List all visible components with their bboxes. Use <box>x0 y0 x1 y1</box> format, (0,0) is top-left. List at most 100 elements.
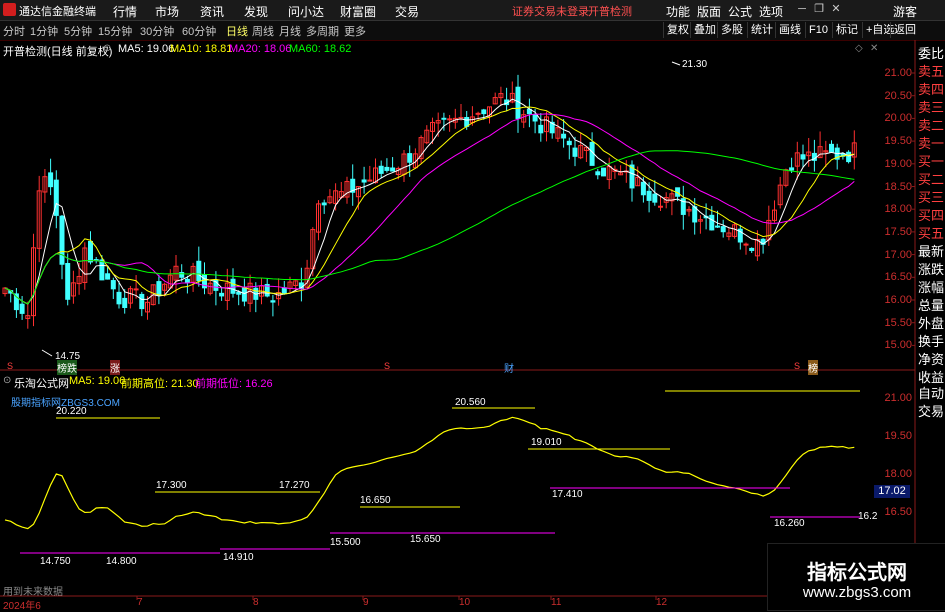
candle-body <box>19 303 25 314</box>
ma20-line <box>4 113 855 305</box>
candle-body <box>561 133 567 139</box>
side-item-19[interactable]: 自动 <box>918 385 945 402</box>
high-price-label: 21.30 <box>682 59 708 70</box>
x-axis-label: 10 <box>459 597 471 608</box>
candle-body <box>361 179 367 183</box>
candle-body <box>230 278 236 294</box>
marker-list[interactable]: 榜 <box>808 360 818 375</box>
side-item-2[interactable]: 卖四 <box>918 81 945 98</box>
y-axis-label: 15.50 <box>884 316 912 329</box>
level-label: 17.270 <box>279 480 310 491</box>
side-item-17[interactable]: 净资 <box>918 351 945 368</box>
side-item-9[interactable]: 买四 <box>918 207 945 224</box>
y-axis-label: 19.50 <box>884 135 912 148</box>
side-item-7[interactable]: 买二 <box>918 171 945 188</box>
candle-body <box>88 240 93 263</box>
candle-body <box>481 109 487 115</box>
sub-current-value: 17.02 <box>874 485 910 498</box>
candle-body <box>743 243 749 246</box>
candle-body <box>48 172 54 188</box>
x-axis-label: 8 <box>253 597 259 608</box>
y-axis-label: 18.00 <box>884 203 912 216</box>
candle-body <box>475 112 481 115</box>
side-item-8[interactable]: 买三 <box>918 189 945 206</box>
side-item-1[interactable]: 卖五 <box>918 63 945 80</box>
side-item-6[interactable]: 买一 <box>918 153 945 170</box>
prev-high-legend: 前期高位: 21.30 <box>121 378 199 390</box>
candle-body <box>658 205 663 208</box>
sub-y-axis-label: 16.50 <box>884 506 912 518</box>
x-axis-label: 11 <box>551 597 562 608</box>
candle-body <box>447 118 453 121</box>
marker-rise[interactable]: 涨 <box>110 360 120 375</box>
prev-low-legend: 前期低位: 16.26 <box>195 378 273 390</box>
watermark-url: www.zbgs3.com <box>802 584 912 601</box>
sub-ma-line <box>4 416 855 530</box>
side-item-18[interactable]: 收益 <box>918 369 945 386</box>
marker-s3[interactable]: S <box>794 361 800 371</box>
sub-settings-icon[interactable]: ⊙ <box>3 375 11 386</box>
candle-body <box>179 272 185 278</box>
candle-body <box>652 193 658 203</box>
candle-body <box>572 147 578 157</box>
side-item-13[interactable]: 涨幅 <box>918 279 945 296</box>
level-label: 14.800 <box>106 556 137 567</box>
x-axis-label: 2024年6 <box>3 601 41 612</box>
candle-body <box>601 167 606 177</box>
candle-body <box>646 190 652 201</box>
candle-body <box>789 167 795 171</box>
side-item-12[interactable]: 涨跌 <box>918 261 945 278</box>
candle-body <box>139 293 145 310</box>
side-item-0[interactable]: 委比 <box>918 45 945 62</box>
y-axis-label: 15.00 <box>884 339 912 352</box>
candle-body <box>566 140 572 146</box>
level-label: 20.560 <box>455 397 486 408</box>
candle-body <box>65 263 71 300</box>
marker-drop[interactable]: 榜跌 <box>57 360 77 375</box>
side-item-11[interactable]: 最新 <box>918 243 945 260</box>
level-label: 16.650 <box>360 495 391 506</box>
y-axis-label: 16.50 <box>884 271 912 284</box>
side-item-10[interactable]: 买五 <box>918 225 945 242</box>
y-axis-label: 21.00 <box>884 67 912 79</box>
side-item-5[interactable]: 卖一 <box>918 135 945 152</box>
sub-y-axis-label: 18.00 <box>884 468 912 480</box>
y-axis-label: 16.00 <box>884 294 912 306</box>
candle-body <box>281 287 287 295</box>
side-item-14[interactable]: 总量 <box>918 297 945 314</box>
candle-body <box>538 124 544 134</box>
candle-body <box>720 226 726 233</box>
level-label: 14.910 <box>223 552 254 563</box>
side-item-15[interactable]: 外盘 <box>918 315 945 332</box>
marker-s2[interactable]: S <box>384 361 390 371</box>
candle-body <box>390 167 396 172</box>
side-item-20[interactable]: 交易 <box>918 403 945 420</box>
level-label: 20.220 <box>56 406 87 417</box>
side-item-16[interactable]: 换手 <box>918 333 945 350</box>
high-pointer <box>671 61 681 66</box>
side-item-4[interactable]: 卖二 <box>918 117 945 134</box>
y-axis-label: 18.50 <box>884 180 912 193</box>
candlesticks <box>2 74 857 329</box>
sub-y-axis-label: 19.50 <box>884 430 912 442</box>
ma10-line <box>4 106 855 305</box>
y-axis-label: 17.50 <box>884 225 912 238</box>
ma5-line <box>4 98 855 305</box>
candle-body <box>241 287 247 302</box>
watermark-title: 指标公式网 <box>807 560 907 584</box>
future-data-label: 用到未来数据 <box>3 587 63 598</box>
candle-body <box>59 215 65 265</box>
candle-body <box>116 291 122 305</box>
candle-body <box>110 280 116 290</box>
candle-body <box>800 154 806 160</box>
candle-body <box>749 247 755 251</box>
candle-body <box>715 225 720 228</box>
x-axis-label: 9 <box>363 597 369 608</box>
sub-ma5-legend: MA5: 19.06 <box>69 375 126 387</box>
x-axis-label: 12 <box>656 597 668 608</box>
marker-s1[interactable]: S <box>7 361 13 371</box>
y-axis-label: 20.00 <box>884 112 912 125</box>
side-item-3[interactable]: 卖三 <box>918 99 945 116</box>
candle-body <box>133 288 139 291</box>
marker-finance[interactable]: 财 <box>504 360 514 375</box>
